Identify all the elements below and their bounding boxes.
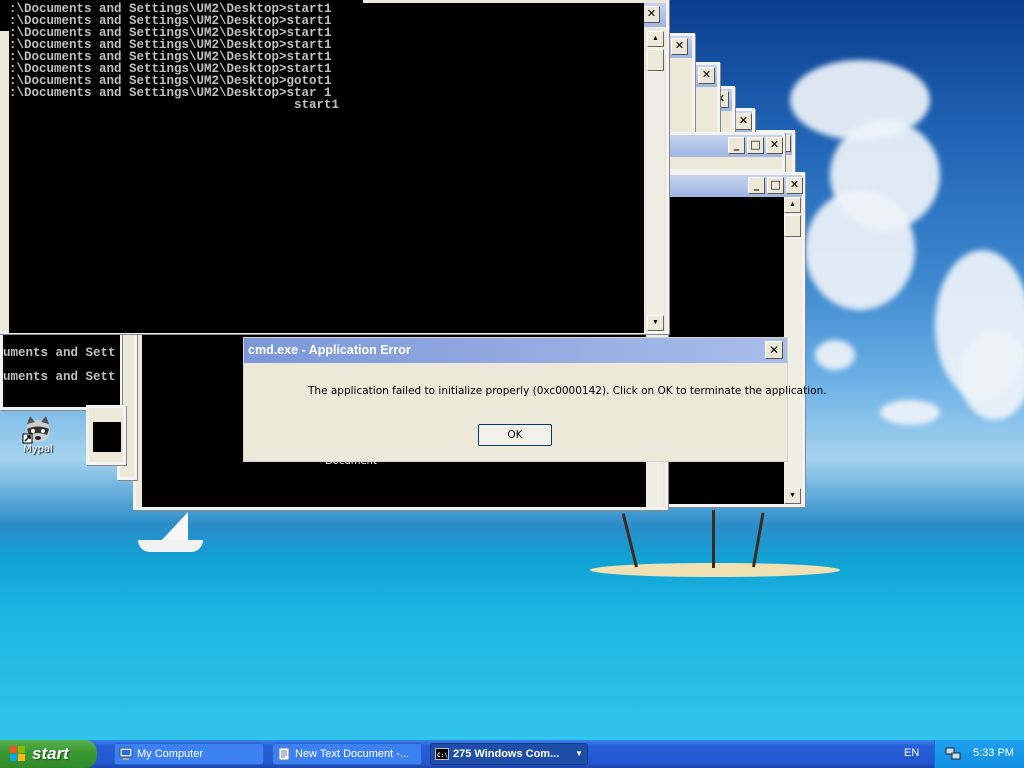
vertical-scrollbar[interactable]: ▲ ▼	[647, 31, 664, 331]
close-button[interactable]: ✕	[698, 67, 715, 84]
taskbar-item-windows-command-group[interactable]: C:\ 275 Windows Com... ▼	[430, 743, 588, 765]
ok-button[interactable]: OK	[478, 424, 552, 446]
console-window-fragment-c[interactable]	[86, 405, 126, 465]
language-indicator[interactable]: EN	[904, 747, 919, 759]
minimize-button[interactable]: _	[728, 137, 745, 154]
taskbar: start My Computer New Text Document -...…	[0, 740, 1024, 768]
group-dropdown-arrow-icon[interactable]: ▼	[575, 744, 583, 764]
dialog-title: cmd.exe - Application Error	[248, 343, 411, 357]
cmd-icon: C:\	[435, 748, 449, 760]
close-button[interactable]: ✕	[766, 137, 783, 154]
taskbar-item-my-computer[interactable]: My Computer	[114, 743, 264, 765]
scroll-thumb[interactable]	[647, 49, 664, 71]
close-button[interactable]: ✕	[735, 113, 752, 130]
dialog-close-button[interactable]: ✕	[765, 341, 783, 359]
my-computer-icon	[119, 747, 133, 760]
start-label: start	[32, 744, 69, 763]
scroll-up-button[interactable]: ▲	[784, 197, 801, 213]
scroll-thumb[interactable]	[784, 215, 801, 237]
scroll-down-button[interactable]: ▼	[784, 488, 801, 504]
close-button[interactable]: ✕	[671, 38, 688, 55]
notepad-icon	[278, 747, 290, 761]
task-label: New Text Document -...	[295, 748, 410, 760]
dialog-message: The application failed to initialize pro…	[308, 385, 827, 397]
taskbar-item-new-text-document[interactable]: New Text Document -...	[272, 743, 422, 765]
console-fragment-line-2: uments and Sett	[3, 370, 116, 384]
raccoon-icon	[22, 416, 50, 444]
clock[interactable]: 5:33 PM	[973, 747, 1014, 759]
close-button[interactable]: ✕	[643, 6, 660, 23]
desktop-icon-label: Mypal	[23, 444, 53, 455]
task-label: 275 Windows Com...	[453, 748, 560, 760]
desktop-icon-mypal[interactable]: Mypal	[12, 414, 64, 455]
system-tray: 5:33 PM	[934, 740, 1024, 768]
scroll-down-button[interactable]: ▼	[647, 315, 664, 331]
scroll-up-button[interactable]: ▲	[647, 31, 664, 47]
windows-logo-icon	[10, 746, 26, 762]
minimize-button[interactable]: _	[748, 177, 765, 194]
console-fragment-line-1: uments and Sett	[3, 346, 116, 360]
application-error-dialog[interactable]: cmd.exe - Application Error ✕ The applic…	[243, 337, 827, 462]
maximize-button[interactable]: □	[747, 137, 764, 154]
svg-text:C:\: C:\	[437, 752, 448, 759]
network-icon[interactable]	[945, 747, 961, 761]
maximize-button[interactable]: □	[767, 177, 784, 194]
sailboat-sail	[160, 512, 188, 542]
island	[590, 563, 840, 577]
console-window-5[interactable]: _ □ ✕	[665, 132, 785, 172]
console-window-main[interactable]: _ □ ✕ ▲ ▼ :\Documents and Settings\UM2\D…	[0, 0, 669, 334]
dialog-titlebar[interactable]: cmd.exe - Application Error ✕	[244, 338, 787, 363]
task-label: My Computer	[137, 748, 204, 760]
console-output: :\Documents and Settings\UM2\Desktop>sta…	[9, 3, 340, 112]
console-line: start1	[9, 98, 340, 112]
close-button[interactable]: ✕	[786, 177, 803, 194]
sailboat	[138, 540, 203, 552]
start-button[interactable]: start	[0, 740, 97, 768]
